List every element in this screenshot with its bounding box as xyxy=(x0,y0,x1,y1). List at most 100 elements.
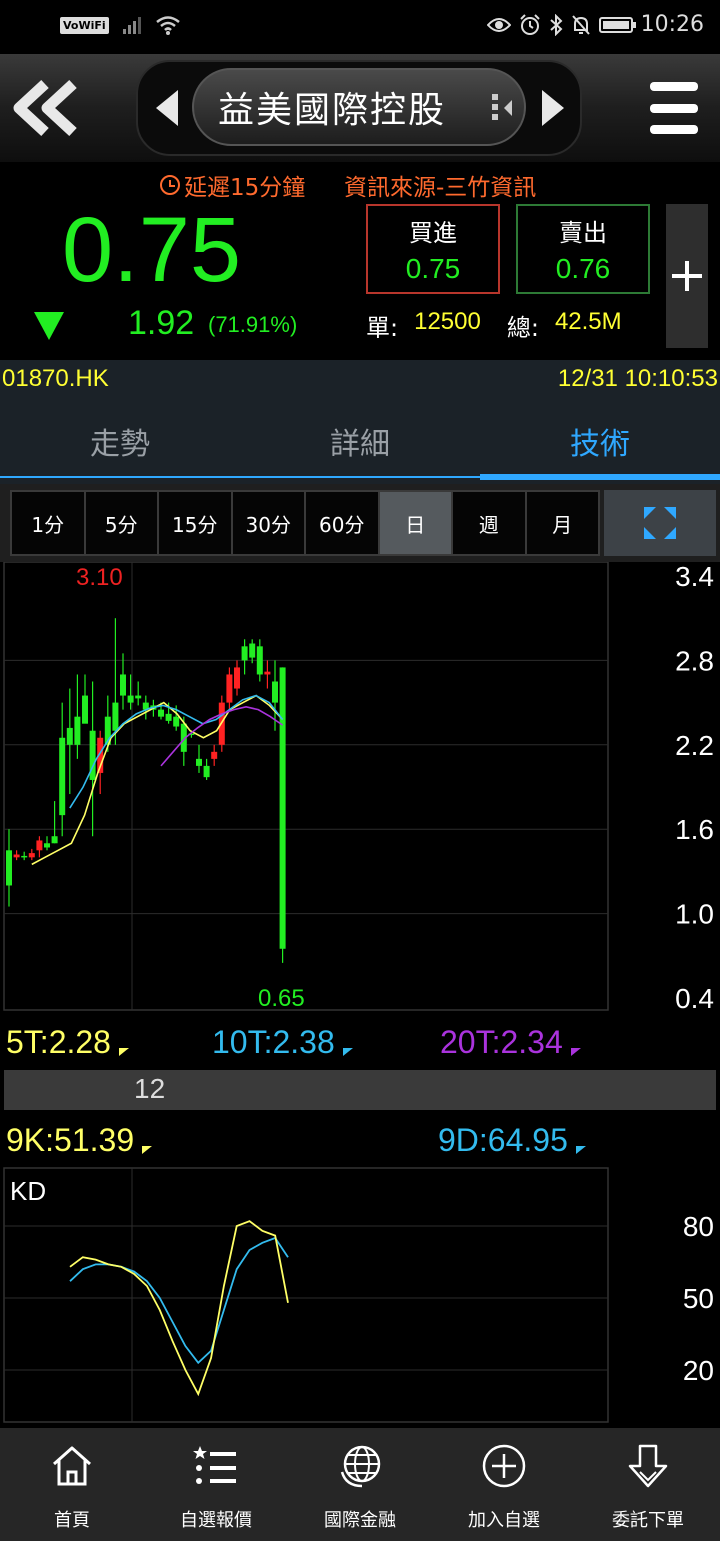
candle-body xyxy=(249,643,256,658)
vowifi-badge: VoWiFi xyxy=(60,16,109,34)
period-week[interactable]: 週 xyxy=(453,492,527,554)
technical-chart[interactable]: 3.4 2.8 2.2 1.6 1.0 0.4 3.10 0.65 80 50 20 KD xyxy=(0,562,720,1426)
period-30min[interactable]: 30分 xyxy=(232,492,306,554)
k-legend: 9K:51.39 xyxy=(6,1122,154,1159)
down-arrow-icon xyxy=(342,1029,353,1056)
signal-icon xyxy=(122,16,141,34)
bid-box[interactable]: 買進 0.75 xyxy=(366,204,500,294)
low-price-label: 0.65 xyxy=(258,985,305,1012)
prev-stock-button[interactable] xyxy=(156,90,178,126)
ask-box[interactable]: 賣出 0.76 xyxy=(516,204,650,294)
lot-label: 單: xyxy=(366,314,399,342)
order-down-icon xyxy=(628,1444,668,1488)
clock-time: 10:26 xyxy=(640,12,704,37)
period-1min[interactable]: 1分 xyxy=(12,492,86,554)
candle-body xyxy=(44,843,50,848)
kd-tick-label: 80 xyxy=(683,1211,714,1242)
data-source: 資訊來源-三竹資訊 xyxy=(344,175,537,201)
candle-body xyxy=(135,695,142,699)
candle-body xyxy=(21,855,28,858)
switch-icon[interactable] xyxy=(490,90,518,126)
candle-body xyxy=(74,716,81,745)
down-arrow-icon xyxy=(575,1127,586,1154)
candle-body xyxy=(112,702,119,731)
nav-global-finance[interactable]: 國際金融 xyxy=(288,1428,432,1541)
ask-price: 0.76 xyxy=(555,253,611,285)
delay-note: 延遲15分鐘 xyxy=(160,168,305,202)
back-button[interactable] xyxy=(10,76,80,140)
total-label: 總: xyxy=(506,314,539,342)
price-change: 1.92 xyxy=(128,304,195,342)
nav-watchlist[interactable]: 自選報價 xyxy=(144,1428,288,1541)
clock-icon xyxy=(160,175,180,195)
ma5-value: 5T:2.28 xyxy=(6,1024,111,1060)
kd-tick-label: 20 xyxy=(683,1355,714,1386)
candle-body xyxy=(28,853,35,858)
candle-body xyxy=(226,674,233,703)
nav-add-watch[interactable]: 加入自選 xyxy=(432,1428,576,1541)
period-month[interactable]: 月 xyxy=(526,492,598,554)
down-arrow-icon xyxy=(34,312,64,340)
candle-body xyxy=(82,695,88,724)
candle-body xyxy=(234,667,240,689)
quote-datetime: 12/31 10:10:53 xyxy=(557,365,718,392)
kd-chart-frame xyxy=(3,1167,609,1423)
ma10-value: 10T:2.38 xyxy=(212,1024,335,1060)
price-tick-label: 2.2 xyxy=(675,730,714,761)
stock-code: 01870.HK xyxy=(2,365,109,392)
menu-button[interactable] xyxy=(650,82,698,134)
period-60min[interactable]: 60分 xyxy=(306,492,380,554)
status-left: VoWiFi xyxy=(60,14,181,36)
plus-icon xyxy=(672,261,702,291)
tab-detail[interactable]: 詳細 xyxy=(240,398,480,484)
candle-body xyxy=(6,850,12,886)
price-chart-frame xyxy=(3,562,609,1011)
ma-legend: 5T:2.28 10T:2.38 20T:2.34 xyxy=(0,1010,610,1072)
month-separator: 12 xyxy=(4,1070,716,1110)
price-tick-label: 3.4 xyxy=(675,562,714,592)
bluetooth-icon xyxy=(549,13,563,36)
candle-body xyxy=(264,671,271,675)
total-value: 42.5M xyxy=(554,308,622,335)
delay-text: 延遲15分鐘 xyxy=(184,175,306,201)
period-5min[interactable]: 5分 xyxy=(85,492,159,554)
bottom-nav: 首頁 自選報價 國際金融 加入自選 委託下單 xyxy=(0,1428,720,1541)
candle-body xyxy=(173,716,180,727)
candle-body xyxy=(272,681,278,703)
volume-row: 單: 12500 總: 42.5M xyxy=(366,308,622,343)
eye-icon xyxy=(486,17,511,32)
candle-body xyxy=(13,854,20,858)
fullscreen-button[interactable] xyxy=(604,490,716,556)
tab-technical[interactable]: 技術 xyxy=(480,398,720,484)
list-star-icon xyxy=(193,1446,236,1484)
expand-quote-button[interactable] xyxy=(666,204,708,348)
price-tick-label: 1.0 xyxy=(675,899,714,930)
period-15min[interactable]: 15分 xyxy=(159,492,233,554)
down-arrow-icon xyxy=(118,1029,129,1056)
candle-body xyxy=(36,840,43,851)
candle-body xyxy=(51,836,58,844)
candle-body xyxy=(196,758,202,766)
k-value: 9K:51.39 xyxy=(6,1122,135,1158)
nav-add-watch-label: 加入自選 xyxy=(468,1510,540,1531)
kd-tick-label: 50 xyxy=(683,1283,714,1314)
ask-label: 賣出 xyxy=(559,218,607,247)
ma10-legend: 10T:2.38 xyxy=(212,1024,355,1061)
high-price-label: 3.10 xyxy=(76,564,123,591)
period-day[interactable]: 日 xyxy=(379,492,453,554)
candle-body xyxy=(165,713,172,721)
stock-name: 益美國際控股 xyxy=(218,90,447,131)
candle-body xyxy=(127,695,134,703)
kd-legend: 9K:51.39 9D:64.95 xyxy=(0,1112,610,1168)
tab-trend[interactable]: 走勢 xyxy=(0,398,240,484)
battery-icon xyxy=(598,16,636,33)
nav-order[interactable]: 委託下單 xyxy=(576,1428,720,1541)
app-header: 益美國際控股 xyxy=(0,54,720,162)
view-tabs: 走勢 詳細 技術 xyxy=(0,398,720,484)
lot-value: 12500 xyxy=(414,308,481,335)
stock-title-button[interactable]: 益美國際控股 xyxy=(192,68,526,146)
nav-home[interactable]: 首頁 xyxy=(0,1428,144,1541)
down-arrow-icon xyxy=(142,1127,153,1154)
candle-body xyxy=(279,667,286,949)
next-stock-button[interactable] xyxy=(542,90,564,126)
